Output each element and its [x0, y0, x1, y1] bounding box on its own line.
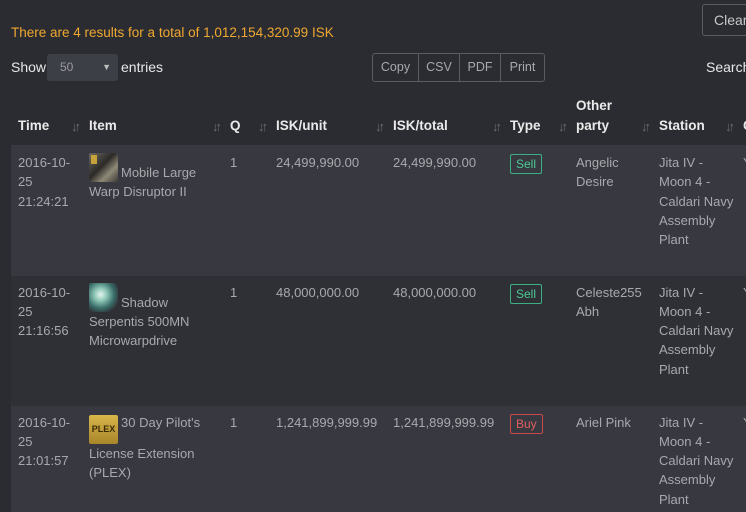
client-cell: Y S: [736, 275, 746, 406]
client-cell: Y S: [736, 145, 746, 276]
time-cell: 2016-10-25 21:01:57: [11, 405, 82, 512]
quantity-cell: 1: [223, 145, 269, 276]
copy-button[interactable]: Copy: [372, 53, 419, 82]
results-summary: There are 4 results for a total of 1,012…: [11, 25, 334, 40]
isk-total-cell: 24,499,990.00: [386, 145, 503, 276]
table-row: 2016-10-25 21:16:56 Shadow Serpentis 500…: [11, 275, 746, 406]
type-badge: Sell: [510, 283, 543, 304]
station-cell: Jita IV - Moon 4 - Caldari Navy Assembly…: [652, 145, 736, 276]
quantity-cell: 1: [223, 275, 269, 406]
table-row: 2016-10-25 21:24:21 Mobile Large Warp Di…: [11, 145, 746, 276]
isk-total-cell: 48,000,000.00: [386, 275, 503, 406]
station-cell: Jita IV - Moon 4 - Caldari Navy Assembly…: [652, 405, 736, 512]
transactions-page: There are 4 results for a total of 1,012…: [0, 0, 746, 512]
warp-disruptor-icon: [89, 153, 118, 182]
sort-icon: ↓↑: [641, 119, 651, 134]
entries-label: entries: [121, 59, 164, 75]
sort-icon: ↓↑: [558, 119, 568, 134]
type-badge: Buy: [510, 413, 543, 434]
column-header-quantity[interactable]: Q ↓↑: [223, 96, 269, 146]
isk-unit-cell: 1,241,899,999.99: [269, 405, 386, 512]
column-header-time[interactable]: Time ↓↑: [11, 96, 82, 146]
type-cell: Sell: [503, 275, 569, 406]
column-header-isk-total[interactable]: ISK/total ↓↑: [386, 96, 503, 146]
column-header-item[interactable]: Item ↓↑: [82, 96, 223, 146]
pdf-button[interactable]: PDF: [459, 53, 501, 82]
column-header-station[interactable]: Station ↓↑: [652, 96, 736, 146]
isk-total-cell: 1,241,899,999.99: [386, 405, 503, 512]
chevron-down-icon: ▼: [102, 62, 111, 72]
other-party-cell: Ariel Pink: [569, 405, 652, 512]
results-table: Time ↓↑ Item ↓↑ Q ↓↑ ISK/unit ↓↑ ISK/total ↓↑…: [11, 96, 746, 512]
show-label: Show: [11, 59, 47, 75]
column-header-isk-unit[interactable]: ISK/unit ↓↑: [269, 96, 386, 146]
type-cell: Sell: [503, 145, 569, 276]
entries-per-page-select[interactable]: 50 ▼: [47, 54, 118, 81]
sort-icon: ↓↑: [212, 119, 222, 134]
column-header-client[interactable]: C: [736, 96, 746, 146]
entries-select-value: 50: [60, 60, 74, 74]
isk-unit-cell: 48,000,000.00: [269, 275, 386, 406]
export-button-group: Copy CSV PDF Print: [372, 53, 545, 82]
microwarpdrive-icon: [89, 282, 118, 312]
column-header-other-party[interactable]: Other party ↓↑: [569, 96, 652, 146]
sort-icon: ↓↑: [71, 119, 81, 134]
table-row: 2016-10-25 21:01:57 PLEX 30 Day Pilot's L…: [11, 405, 746, 512]
other-party-cell: Angelic Desire: [569, 145, 652, 276]
plex-icon: PLEX: [89, 414, 118, 444]
time-cell: 2016-10-25 21:16:56: [11, 275, 82, 406]
station-cell: Jita IV - Moon 4 - Caldari Navy Assembly…: [652, 275, 736, 406]
sort-icon: ↓↑: [725, 119, 735, 134]
item-cell: PLEX 30 Day Pilot's License Extension (PL…: [82, 405, 223, 512]
client-cell: Y S: [736, 405, 746, 512]
search-label: Search:: [706, 59, 746, 75]
quantity-cell: 1: [223, 405, 269, 512]
type-cell: Buy: [503, 405, 569, 512]
print-button[interactable]: Print: [500, 53, 545, 82]
isk-unit-cell: 24,499,990.00: [269, 145, 386, 276]
time-cell: 2016-10-25 21:24:21: [11, 145, 82, 276]
item-cell: Mobile Large Warp Disruptor II: [82, 145, 223, 276]
item-cell: Shadow Serpentis 500MN Microwarpdrive: [82, 275, 223, 406]
other-party-cell: Celeste255 Abh: [569, 275, 652, 406]
sort-icon: ↓↑: [492, 119, 502, 134]
csv-button[interactable]: CSV: [418, 53, 460, 82]
clear-button[interactable]: Clear: [702, 4, 746, 36]
column-header-type[interactable]: Type ↓↑: [503, 96, 569, 146]
sort-icon: ↓↑: [258, 119, 268, 134]
type-badge: Sell: [510, 154, 543, 174]
sort-icon: ↓↑: [375, 119, 385, 134]
